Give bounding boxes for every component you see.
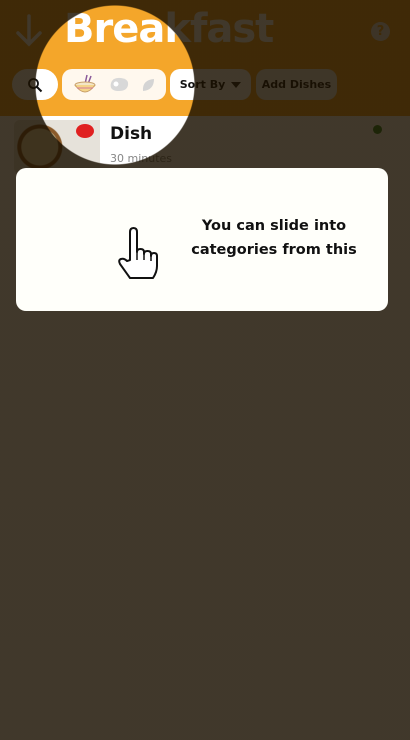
search-button[interactable] (12, 69, 58, 100)
pointing-hand-icon (118, 227, 158, 279)
header: Breakfast ? Sort By Add Dishes (0, 0, 410, 116)
dish-name: Dish (110, 124, 153, 144)
dish-time: 30 minutes (110, 152, 173, 165)
category-slider[interactable] (62, 69, 166, 100)
tutorial-tooltip[interactable]: You can slide into categories from this (16, 168, 388, 311)
page-title: Breakfast (64, 6, 274, 52)
chevron-down-icon (231, 81, 242, 88)
meat-icon[interactable] (107, 75, 131, 95)
tooltip-text: You can slide into categories from this (191, 218, 357, 258)
sort-by-label: Sort By (179, 78, 226, 91)
rice-bowl-icon[interactable] (72, 73, 98, 97)
leaf-icon[interactable] (140, 77, 156, 93)
status-dot (373, 125, 382, 134)
arrow-down-icon[interactable] (14, 14, 44, 48)
help-button[interactable]: ? (371, 22, 390, 41)
search-icon (28, 77, 43, 92)
add-dishes-button[interactable]: Add Dishes (256, 69, 337, 100)
dish-card[interactable]: Dish 30 minutes (14, 116, 390, 176)
sort-by-dropdown[interactable]: Sort By (170, 69, 251, 100)
dish-image (14, 120, 100, 174)
